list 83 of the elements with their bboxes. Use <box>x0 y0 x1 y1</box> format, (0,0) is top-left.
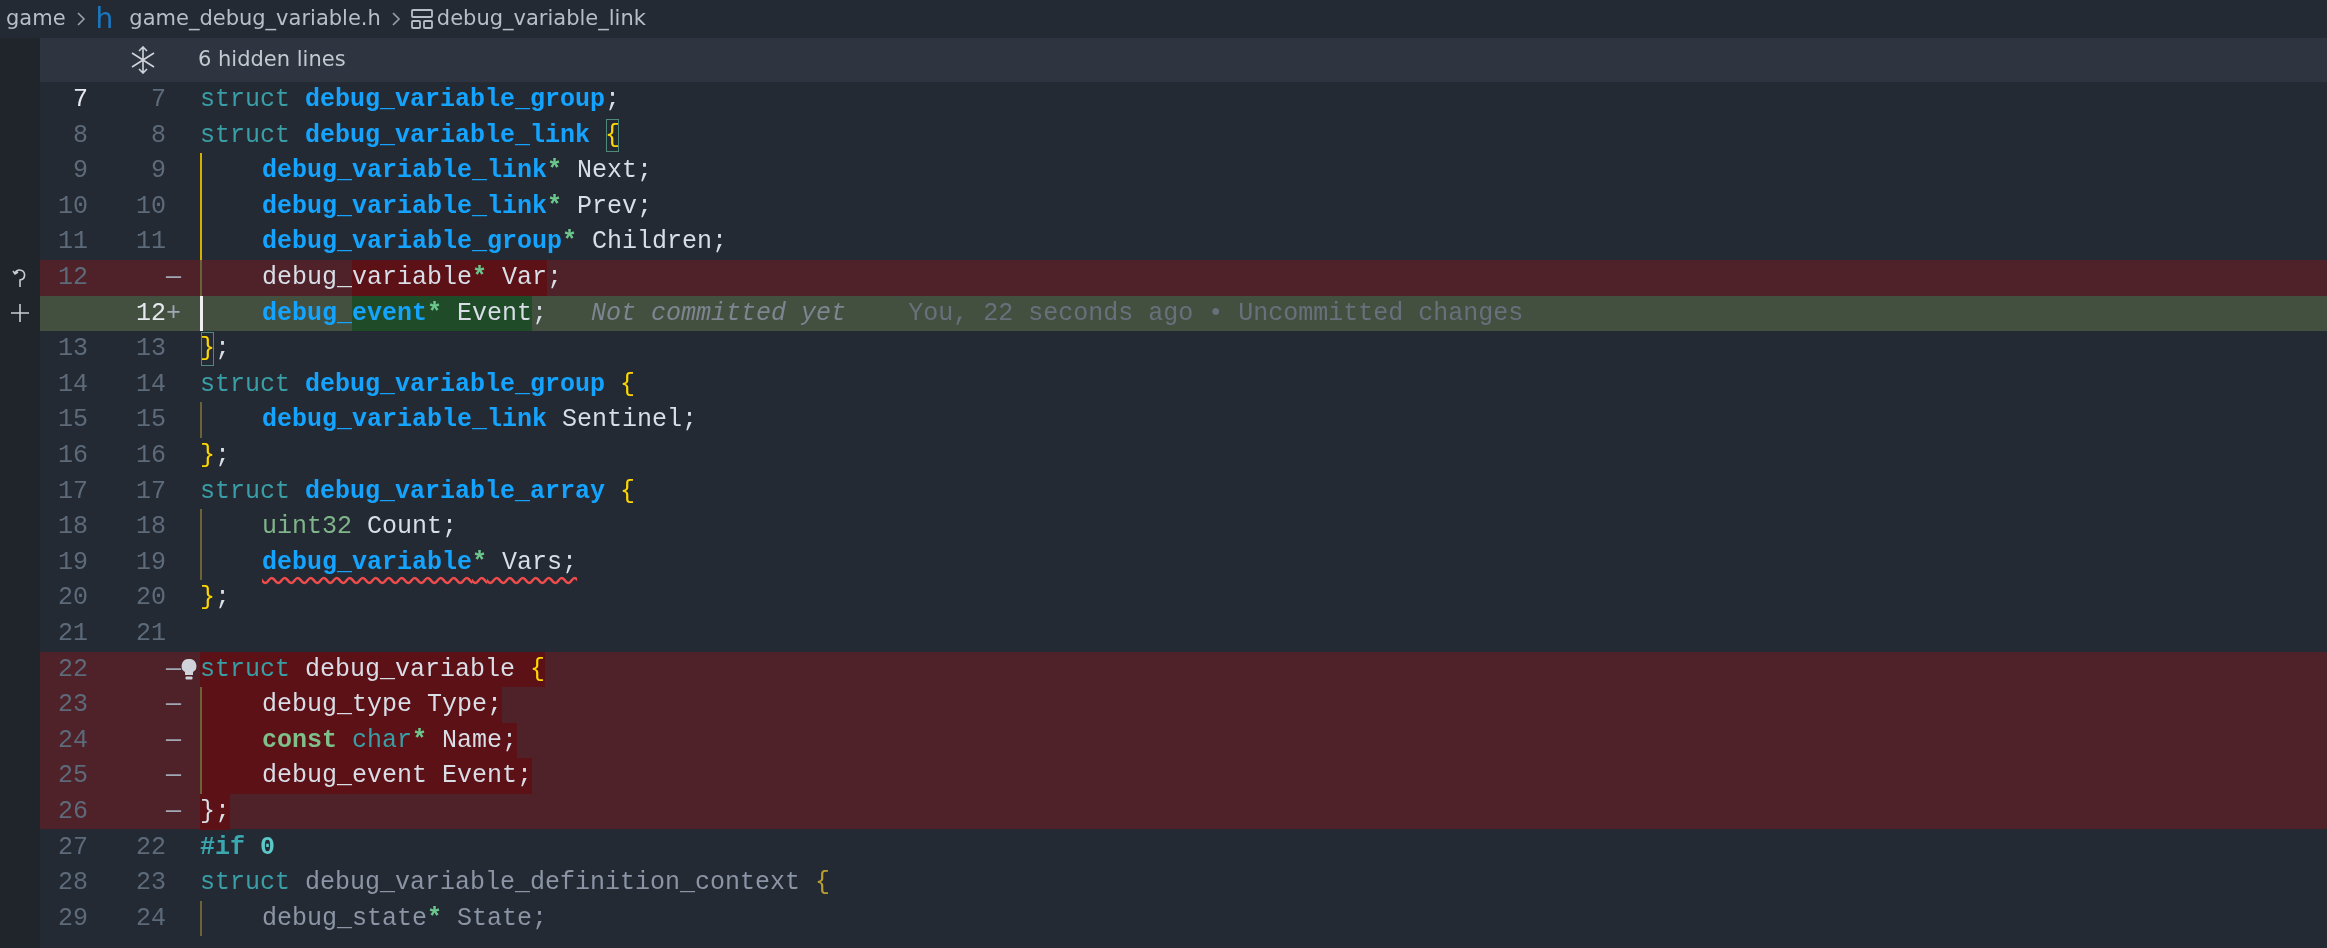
line-number: 14 <box>136 369 166 399</box>
line-number: 23 <box>136 868 166 898</box>
breadcrumb-item[interactable]: debug_variable_link <box>436 3 646 35</box>
line-number: 21 <box>58 618 88 648</box>
diff-marker: + <box>166 297 181 330</box>
add-icon[interactable] <box>10 303 30 324</box>
line-number: 12 <box>58 263 88 292</box>
line-number: 21 <box>136 618 166 648</box>
line-number: 27 <box>58 832 88 862</box>
line-number: 16 <box>136 441 166 470</box>
breadcrumb-item[interactable]: game <box>6 3 66 35</box>
line-number: 17 <box>58 476 88 506</box>
code-line: debug_variable_link* Prev; <box>262 190 653 223</box>
line-number: 7 <box>151 85 166 115</box>
unfold-icon[interactable] <box>130 46 156 74</box>
code-line: struct debug_variable_definition_context { <box>200 867 831 900</box>
blame-status: Not committed yet <box>591 297 847 330</box>
line-number: 20 <box>136 583 166 613</box>
diff-marker: — <box>166 724 181 757</box>
revert-icon[interactable] <box>12 266 28 289</box>
line-number: 29 <box>58 903 88 933</box>
blame-annotation: You, 22 seconds ago • Uncommitted changes <box>908 297 1524 330</box>
diff-marker: — <box>166 795 181 828</box>
line-number: 15 <box>58 405 88 435</box>
code-line: }; <box>200 440 231 472</box>
diff-marker: — <box>166 653 181 686</box>
code-line: debug_event* Event; <box>262 294 548 333</box>
lightbulb-icon[interactable] <box>180 657 198 682</box>
line-number: 24 <box>136 903 166 933</box>
code-line: debug_variable* Var; <box>262 259 563 297</box>
line-number: 7 <box>73 85 88 115</box>
code-line: struct debug_variable_array { <box>200 475 636 508</box>
code-line: const char* Name; <box>262 721 518 760</box>
hidden-lines-bar[interactable]: 6 hidden lines <box>40 38 2327 82</box>
line-number: 12 <box>136 298 166 328</box>
line-number: 17 <box>136 476 166 506</box>
code-line: debug_state* State; <box>262 902 548 935</box>
diff-marker: — <box>166 689 181 722</box>
struct-icon <box>410 9 433 29</box>
line-number: 19 <box>58 547 88 577</box>
line-number: 10 <box>136 191 166 221</box>
code-line: struct debug_variable_link { <box>200 116 621 155</box>
code-line: debug_variable* Vars; <box>262 546 578 579</box>
line-number: 22 <box>58 654 88 684</box>
code-line: struct debug_variable { <box>200 650 546 689</box>
line-number: 14 <box>58 369 88 399</box>
line-number: 18 <box>136 512 166 542</box>
chevron-icon <box>390 11 401 27</box>
code-line: }; <box>200 330 231 368</box>
line-number: 11 <box>136 227 166 257</box>
line-number: 23 <box>58 690 88 720</box>
line-number: 28 <box>58 868 88 898</box>
diff-marker: — <box>166 760 181 793</box>
code-line: debug_variable_link* Next; <box>262 155 653 188</box>
line-number: 24 <box>58 725 88 755</box>
line-number: 13 <box>58 334 88 364</box>
line-number: 22 <box>136 832 166 862</box>
line-number: 25 <box>58 761 88 791</box>
breadcrumb-item[interactable]: game_debug_variable.h <box>129 3 381 35</box>
line-number: 15 <box>136 405 166 435</box>
line-number: 13 <box>136 334 166 364</box>
line-number: 20 <box>58 583 88 613</box>
code-line: uint32 Count; <box>262 511 458 544</box>
line-number: 18 <box>58 512 88 542</box>
line-number: 10 <box>58 191 88 221</box>
line-number: 8 <box>73 120 88 150</box>
line-number: 8 <box>151 120 166 150</box>
line-number: 26 <box>58 796 88 826</box>
hidden-lines-label: 6 hidden lines <box>198 46 346 74</box>
code-line: struct debug_variable_group; <box>200 84 621 117</box>
line-number: 16 <box>58 441 88 470</box>
chevron-icon <box>75 11 86 27</box>
file-type-icon: h <box>95 0 114 40</box>
code-line: }; <box>200 582 231 615</box>
code-line: struct debug_variable_group { <box>200 368 636 401</box>
code-line: #if 0 <box>200 831 276 864</box>
line-number: 9 <box>151 156 166 186</box>
code-line: debug_variable_link Sentinel; <box>262 404 698 437</box>
line-number: 9 <box>73 156 88 186</box>
code-line: debug_variable_group* Children; <box>262 226 728 259</box>
diff-marker: — <box>166 262 181 294</box>
line-number: 19 <box>136 547 166 577</box>
line-number: 11 <box>58 227 88 257</box>
